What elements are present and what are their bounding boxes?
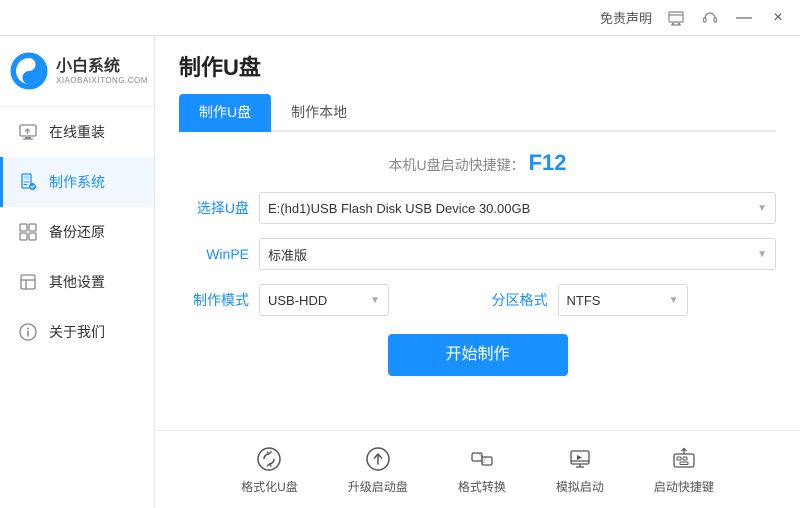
format-usb-icon: [254, 444, 284, 474]
sidebar: 小白系统 XIAOBAIXITONG.COM 在线重装: [0, 36, 155, 508]
content-area: 制作U盘 制作U盘 制作本地 本机U盘启动快捷键： F12 选择U盘 E:(hd1…: [155, 36, 800, 508]
bottom-toolbar: 格式化U盘 升级启动盘: [155, 430, 800, 508]
usb-select-row: 选择U盘 E:(hd1)USB Flash Disk USB Device 30…: [179, 192, 776, 224]
sidebar-item-backup-restore[interactable]: 备份还原: [0, 207, 154, 257]
sidebar-item-other-settings[interactable]: 其他设置: [0, 257, 154, 307]
tab-make-usb[interactable]: 制作U盘: [179, 94, 271, 132]
about-us-icon: [17, 321, 39, 343]
format-convert-icon: [467, 444, 497, 474]
winpe-select-value: 标准版: [268, 245, 307, 264]
main-layout: 小白系统 XIAOBAIXITONG.COM 在线重装: [0, 36, 800, 508]
bottom-tool-format-usb[interactable]: 格式化U盘: [231, 438, 308, 501]
sidebar-item-about-us[interactable]: 关于我们: [0, 307, 154, 357]
shortcut-prefix: 本机U盘启动快捷键：: [388, 157, 524, 173]
bottom-tool-upgrade-boot[interactable]: 升级启动盘: [338, 438, 418, 501]
sidebar-label-online-reinstall: 在线重装: [49, 122, 105, 142]
mode-select-arrow: ▼: [370, 295, 380, 306]
other-settings-icon: [17, 271, 39, 293]
bottom-tool-format-convert[interactable]: 格式转换: [448, 438, 516, 501]
sidebar-label-other-settings: 其他设置: [49, 272, 105, 292]
sidebar-label-make-system: 制作系统: [49, 172, 105, 192]
start-button[interactable]: 开始制作: [388, 334, 568, 376]
title-bar: 免责声明 — ×: [0, 0, 800, 36]
minimize-button[interactable]: —: [730, 4, 758, 32]
backup-restore-icon: [17, 221, 39, 243]
sidebar-label-backup-restore: 备份还原: [49, 222, 105, 242]
sidebar-item-make-system[interactable]: 制作系统: [0, 157, 154, 207]
logo-area: 小白系统 XIAOBAIXITONG.COM: [0, 36, 154, 107]
winpe-label: WinPE: [179, 246, 249, 262]
tabs: 制作U盘 制作本地: [179, 94, 776, 132]
mode-select-value: USB-HDD: [268, 293, 327, 308]
usb-select[interactable]: E:(hd1)USB Flash Disk USB Device 30.00GB…: [259, 192, 776, 224]
format-convert-label: 格式转换: [458, 478, 506, 495]
close-button[interactable]: ×: [764, 4, 792, 32]
sidebar-item-online-reinstall[interactable]: 在线重装: [0, 107, 154, 157]
page-title: 制作U盘: [179, 50, 776, 82]
mode-select[interactable]: USB-HDD ▼: [259, 284, 389, 316]
usb-label: 选择U盘: [179, 198, 249, 218]
shortcut-key: F12: [529, 150, 567, 175]
partition-select-arrow: ▼: [669, 295, 679, 306]
partition-label: 分区格式: [478, 290, 548, 310]
content-header: 制作U盘 制作U盘 制作本地: [155, 36, 800, 132]
tab-make-local[interactable]: 制作本地: [271, 94, 367, 132]
make-system-icon: [17, 171, 39, 193]
usb-select-value: E:(hd1)USB Flash Disk USB Device 30.00GB: [268, 201, 530, 216]
headset-icon[interactable]: [696, 4, 724, 32]
mode-section: 制作模式 USB-HDD ▼: [179, 284, 478, 316]
partition-select-value: NTFS: [567, 293, 601, 308]
title-bar-icons: — ×: [662, 4, 792, 32]
partition-section: 分区格式 NTFS ▼: [478, 284, 777, 316]
upgrade-boot-icon: [363, 444, 393, 474]
winpe-select[interactable]: 标准版 ▼: [259, 238, 776, 270]
notice-link[interactable]: 免责声明: [600, 8, 652, 27]
logo-title: 小白系统: [56, 57, 148, 76]
shortcut-key-label: 启动快捷键: [654, 478, 714, 495]
shortcut-hint: 本机U盘启动快捷键： F12: [179, 150, 776, 176]
logo-text: 小白系统 XIAOBAIXITONG.COM: [56, 57, 148, 85]
user-icon[interactable]: [662, 4, 690, 32]
usb-select-arrow: ▼: [757, 203, 767, 214]
simulate-boot-label: 模拟启动: [556, 478, 604, 495]
content-body: 本机U盘启动快捷键： F12 选择U盘 E:(hd1)USB Flash Disk…: [155, 132, 800, 430]
sidebar-label-about-us: 关于我们: [49, 322, 105, 342]
upgrade-boot-label: 升级启动盘: [348, 478, 408, 495]
nav-items: 在线重装 制作系统: [0, 107, 154, 508]
bottom-tool-shortcut-key[interactable]: 启动快捷键: [644, 438, 724, 501]
winpe-select-arrow: ▼: [757, 249, 767, 260]
simulate-boot-icon: [565, 444, 595, 474]
winpe-row: WinPE 标准版 ▼: [179, 238, 776, 270]
shortcut-key-icon: [669, 444, 699, 474]
mode-partition-row: 制作模式 USB-HDD ▼ 分区格式 NTFS ▼: [179, 284, 776, 316]
mode-label: 制作模式: [179, 290, 249, 310]
online-reinstall-icon: [17, 121, 39, 143]
logo-image: [10, 52, 48, 90]
partition-select[interactable]: NTFS ▼: [558, 284, 688, 316]
format-usb-label: 格式化U盘: [241, 478, 298, 495]
logo-subtitle: XIAOBAIXITONG.COM: [56, 76, 148, 85]
bottom-tool-simulate-boot[interactable]: 模拟启动: [546, 438, 614, 501]
